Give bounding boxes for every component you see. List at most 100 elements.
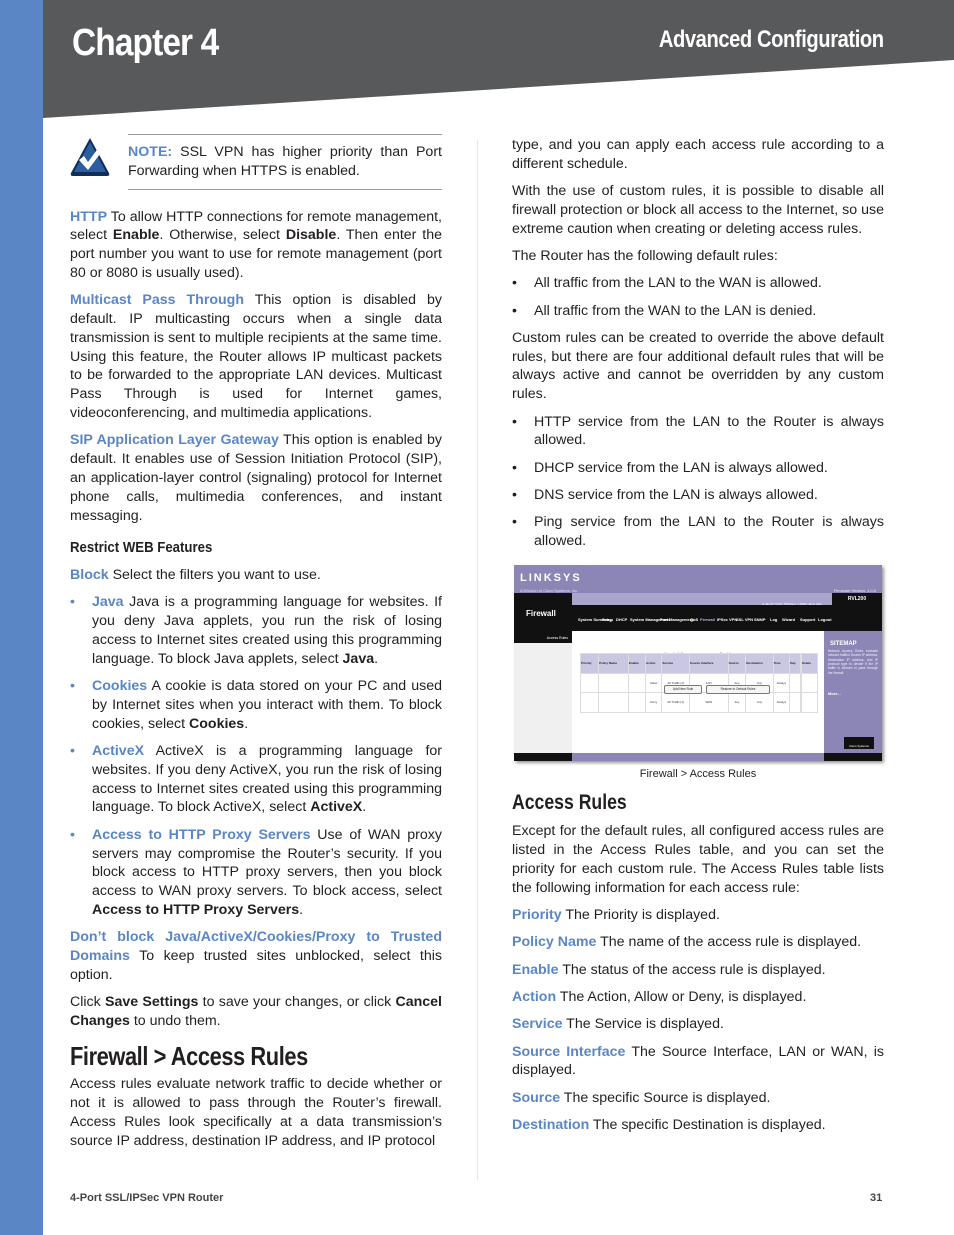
column-divider	[477, 140, 478, 1180]
text: Ping service from the LAN to the Router …	[534, 514, 884, 550]
paragraph: Custom rules can be created to override …	[512, 329, 884, 403]
bold-text: ActiveX	[310, 799, 363, 816]
list-item: • HTTP service from the LAN to the Router…	[512, 413, 884, 451]
text: The Action, Allow or Deny, is displayed.	[556, 989, 807, 1006]
section-title: Advanced Configuration	[659, 26, 884, 53]
list-item: • Access to HTTP Proxy Servers Use of WAN…	[70, 826, 442, 920]
table-cell	[627, 692, 647, 714]
term: Access to HTTP Proxy Servers	[92, 826, 311, 843]
field-definition: Destination The specific Destination is …	[512, 1116, 884, 1135]
field-definition: Service The Service is displayed.	[512, 1015, 884, 1034]
term: Destination	[512, 1117, 590, 1133]
table-header: Enable	[627, 652, 647, 674]
router-bottom-left	[514, 752, 572, 761]
table-cell	[789, 692, 801, 714]
table-cell: Allow	[645, 672, 663, 694]
list-item: • ActiveX ActiveX is a programming langua…	[70, 742, 442, 817]
table-row: Deny All Traffic [1] WAN Any Any Always	[579, 692, 818, 714]
restore-default-rules-button: Restore to Default Rules	[706, 684, 770, 694]
table-header: Priority	[579, 652, 600, 674]
router-page-label: Firewall	[526, 608, 556, 618]
page-number: 31	[870, 1192, 883, 1204]
bullet-icon: •	[70, 743, 75, 760]
field-definition: Policy Name The name of the access rule …	[512, 933, 884, 952]
term: Service	[512, 1016, 563, 1033]
cisco-logo: Cisco Systems	[844, 736, 874, 749]
chapter-title: Chapter 4	[72, 22, 219, 64]
term: Priority	[512, 907, 562, 924]
table-cell	[598, 672, 629, 694]
list-item: • Java Java is a programming language for…	[70, 593, 442, 668]
sip-paragraph: SIP Application Layer Gateway This optio…	[70, 431, 442, 525]
paragraph: With the use of custom rules, it is poss…	[512, 183, 884, 237]
table-cell: Any	[745, 692, 774, 714]
always-rules-list: • HTTP service from the LAN to the Router…	[512, 413, 884, 551]
table-header: Source Interface	[688, 652, 729, 674]
bullet-icon: •	[512, 486, 517, 503]
term: Java	[92, 594, 124, 611]
left-column: NOTE: SSL VPN has higher priority than P…	[70, 134, 442, 1159]
firewall-access-rules-heading: Firewall > Access Rules	[70, 1040, 308, 1071]
access-rules-intro: Except for the default rules, all config…	[512, 823, 884, 896]
term: Source	[512, 1089, 561, 1106]
text: .	[244, 715, 249, 732]
note-box: NOTE: SSL VPN has higher priority than P…	[70, 134, 442, 190]
table-cell: Always	[772, 692, 791, 714]
text: HTTP service from the LAN to the Router …	[534, 413, 884, 449]
restrict-web-heading: Restrict WEB Features	[70, 539, 213, 557]
term: Action	[512, 989, 557, 1006]
text: The Service is displayed.	[562, 1016, 724, 1033]
router-screenshot-figure: LINKSYS A Division of Cisco Systems, Inc…	[514, 564, 882, 761]
note-text: SSL VPN has higher priority than Port Fo…	[128, 144, 442, 179]
firewall-intro-paragraph: Access rules evaluate network traffic to…	[70, 1076, 442, 1149]
add-new-rule-button: Add New Rule	[664, 684, 702, 694]
text: All traffic from the WAN to the LAN is d…	[534, 302, 817, 319]
table-cell: All Traffic [1]	[661, 692, 690, 714]
access-rules-table: Priority Policy Name Enable Action Service So…	[579, 652, 818, 714]
list-item: • DHCP service from the LAN is always all…	[512, 459, 884, 478]
text: .	[362, 799, 367, 816]
more-link: More...	[828, 690, 841, 696]
text: DNS service from the LAN is always allow…	[534, 486, 818, 503]
list-item: • All traffic from the WAN to the LAN is …	[512, 302, 884, 321]
term-http: HTTP	[70, 208, 108, 225]
table-cell	[801, 692, 818, 714]
list-item: • Ping service from the LAN to the Router…	[512, 513, 884, 551]
text: . Otherwise, select	[159, 227, 286, 244]
term-block: Block	[70, 567, 109, 584]
paragraph: The Router has the following default rul…	[512, 247, 778, 264]
bold-text: Java	[342, 650, 375, 667]
filter-list: • Java Java is a programming language for…	[70, 593, 442, 919]
table-cell: WAN	[688, 692, 729, 714]
bullet-icon: •	[512, 514, 517, 531]
bullet-icon: •	[70, 826, 75, 843]
table-header: Policy Name	[598, 652, 629, 674]
field-definition: Action The Action, Allow or Deny, is dis…	[512, 988, 884, 1007]
help-text: Network Access Rules evaluate network tr…	[828, 648, 878, 675]
access-rules-heading: Access Rules	[512, 790, 627, 814]
field-definition: Source The specific Source is displayed.	[512, 1089, 884, 1108]
field-definition: Source Interface The Source Interface, L…	[512, 1043, 884, 1081]
text: The name of the access rule is displayed…	[596, 934, 862, 951]
figure-caption: Firewall > Access Rules	[639, 767, 757, 780]
note-label: NOTE:	[128, 144, 173, 160]
bold-text: Cookies	[189, 715, 245, 732]
http-paragraph: HTTP To allow HTTP connections for remot…	[70, 208, 442, 283]
footer-product: 4-Port SSL/IPSec VPN Router	[70, 1192, 224, 1204]
router-left-item: Access Rules	[514, 634, 572, 642]
bullet-icon: •	[512, 275, 517, 292]
text: .	[299, 901, 304, 918]
list-item: • All traffic from the LAN to the WAN is …	[512, 274, 884, 293]
right-column: type, and you can apply each access rule…	[512, 136, 884, 1143]
text: The Priority is displayed.	[561, 907, 720, 924]
list-item: • DNS service from the LAN is always allo…	[512, 486, 884, 505]
text: to save your changes, or click	[198, 994, 396, 1011]
side-accent-bar	[0, 0, 43, 1235]
bullet-icon: •	[512, 459, 517, 476]
bullet-icon: •	[70, 678, 75, 695]
text: to undo them.	[129, 1012, 221, 1029]
table-cell	[789, 672, 801, 694]
bullet-icon: •	[512, 302, 517, 319]
term-multicast: Multicast Pass Through	[70, 292, 245, 309]
text: Select the filters you want to use.	[108, 567, 321, 584]
